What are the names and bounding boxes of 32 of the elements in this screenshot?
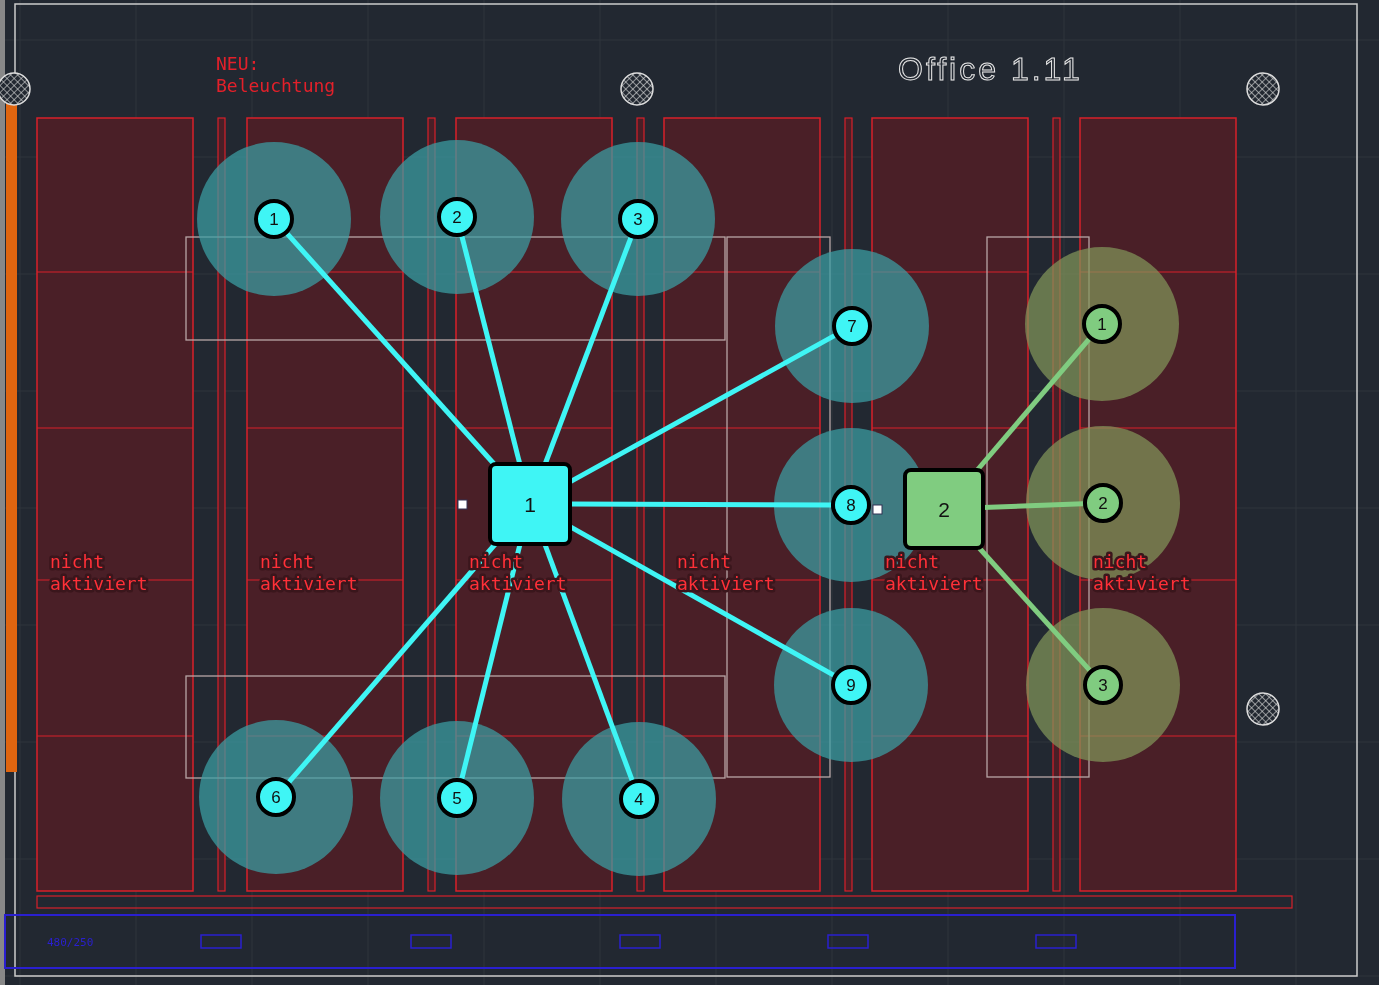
outlet-icon (827, 934, 869, 949)
numbered-node[interactable]: 9 (831, 665, 871, 705)
outlet-icon (200, 934, 242, 949)
numbered-node[interactable]: 3 (618, 199, 658, 239)
numbered-node[interactable]: 8 (831, 485, 871, 525)
column-icon (1246, 692, 1280, 726)
outlet-icon (410, 934, 452, 949)
numbered-node[interactable]: 1 (1082, 304, 1122, 344)
note-label: NEU: Beleuchtung (216, 53, 336, 96)
zone-label: nicht aktiviert (885, 551, 983, 594)
dimension-label: 480/250 (47, 936, 94, 949)
numbered-node[interactable]: 5 (437, 778, 477, 818)
column-icon (1246, 72, 1280, 106)
numbered-node[interactable]: 4 (619, 779, 659, 819)
handle-icon[interactable] (872, 504, 883, 515)
room-title: Office 1.11 (898, 51, 1083, 87)
numbered-node[interactable]: 6 (256, 777, 296, 817)
handle-icon[interactable] (457, 499, 468, 510)
column-icon (0, 72, 31, 106)
outlet-icon (619, 934, 661, 949)
hub-node[interactable]: 1 (488, 462, 572, 546)
numbered-node[interactable]: 7 (832, 306, 872, 346)
column-icon (620, 72, 654, 106)
outlet-icon (1035, 934, 1077, 949)
numbered-node[interactable]: 2 (437, 197, 477, 237)
zone-label: nicht aktiviert (260, 551, 358, 594)
numbered-node[interactable]: 3 (1083, 665, 1123, 705)
numbered-node[interactable]: 1 (254, 199, 294, 239)
zone-label: nicht aktiviert (50, 551, 148, 594)
zone-label: nicht aktiviert (1093, 551, 1191, 594)
zone-label: nicht aktiviert (677, 551, 775, 594)
hub-node[interactable]: 2 (903, 468, 985, 550)
